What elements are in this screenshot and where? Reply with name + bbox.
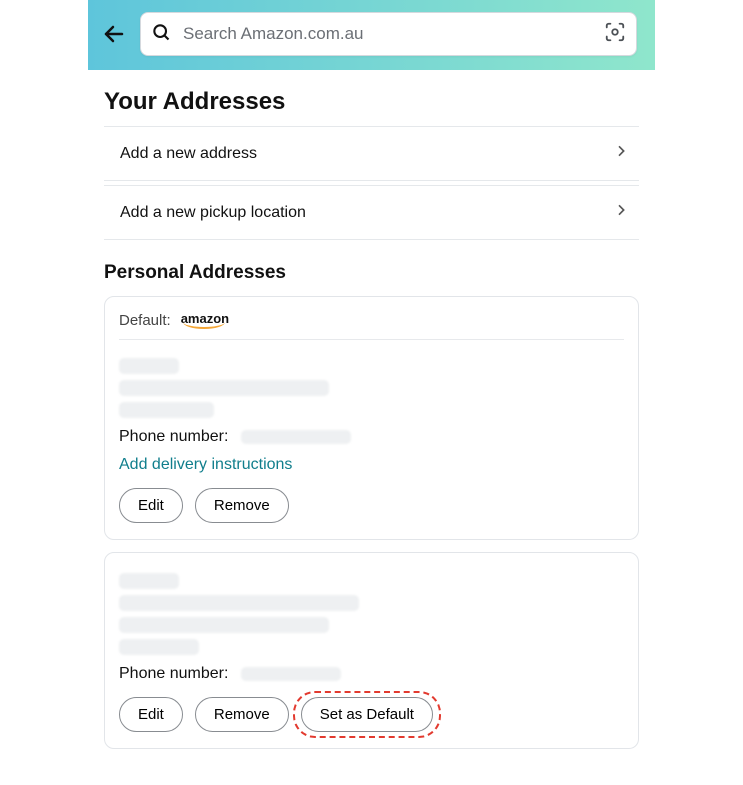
search-bar[interactable] (140, 12, 637, 56)
phone-value-redacted (241, 667, 341, 681)
add-pickup-location-label: Add a new pickup location (120, 204, 306, 222)
default-indicator: Default: amazon (119, 311, 624, 340)
page-title: Your Addresses (104, 88, 639, 116)
search-input[interactable] (181, 23, 604, 45)
arrow-left-icon (102, 22, 126, 46)
phone-line: Phone number: (119, 428, 624, 446)
chevron-right-icon (613, 202, 629, 223)
phone-label: Phone number: (119, 665, 228, 682)
address-card: Phone number: Edit Remove Set as Default (104, 552, 639, 749)
back-button[interactable] (100, 20, 128, 48)
edit-button[interactable]: Edit (119, 697, 183, 732)
highlight-annotation: Set as Default (301, 697, 433, 732)
page-content: Your Addresses Add a new address Add a n… (0, 88, 743, 785)
chevron-right-icon (613, 143, 629, 164)
remove-button[interactable]: Remove (195, 488, 289, 523)
phone-value-redacted (241, 430, 351, 444)
app-header (88, 0, 655, 70)
add-new-address-row[interactable]: Add a new address (104, 126, 639, 181)
phone-label: Phone number: (119, 428, 228, 445)
add-pickup-location-row[interactable]: Add a new pickup location (104, 185, 639, 240)
address-details-redacted (119, 340, 624, 418)
search-icon (151, 22, 171, 47)
edit-button[interactable]: Edit (119, 488, 183, 523)
add-new-address-label: Add a new address (120, 145, 257, 163)
address-card-default: Default: amazon Phone number: Add delive… (104, 296, 639, 540)
camera-scan-icon[interactable] (604, 21, 626, 48)
address-details-redacted (119, 573, 624, 655)
personal-addresses-heading: Personal Addresses (104, 262, 639, 284)
remove-button[interactable]: Remove (195, 697, 289, 732)
add-delivery-instructions-link[interactable]: Add delivery instructions (119, 456, 292, 474)
set-as-default-button[interactable]: Set as Default (301, 697, 433, 732)
phone-line: Phone number: (119, 665, 624, 683)
amazon-logo: amazon (181, 311, 229, 329)
default-label: Default: (119, 312, 171, 329)
